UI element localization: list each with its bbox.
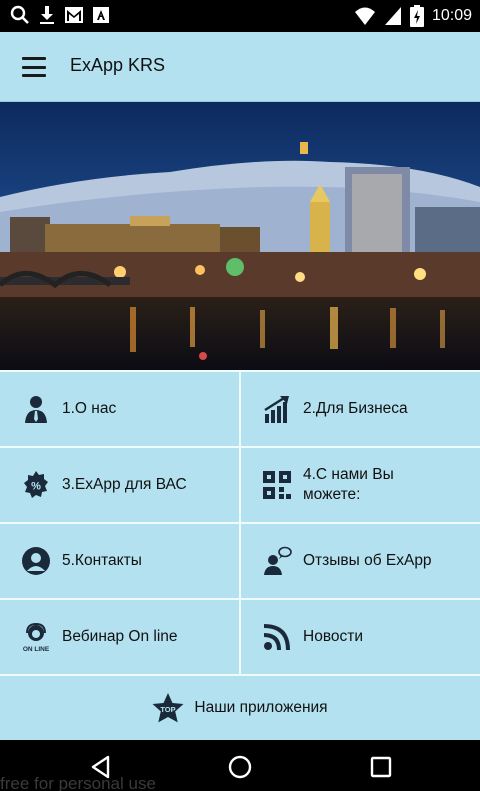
a-icon <box>93 7 109 23</box>
svg-text:%: % <box>31 481 41 493</box>
growth-chart-icon <box>261 393 293 425</box>
recents-icon[interactable] <box>368 754 394 780</box>
menu-item-reviews[interactable]: Отзывы об ExApp <box>241 524 480 598</box>
svg-text:TOP: TOP <box>161 705 176 714</box>
cell-signal-icon <box>384 7 401 25</box>
review-person-icon <box>261 545 293 577</box>
person-icon <box>20 393 52 425</box>
svg-text:ON LINE: ON LINE <box>23 646 50 652</box>
menu-label: 3.ExApp для ВАС <box>62 476 187 493</box>
percent-badge-icon: % <box>20 469 52 501</box>
menu-item-webinar[interactable]: ON LINE Вебинар On line <box>0 600 239 674</box>
menu-label: 1.О нас <box>62 400 117 417</box>
menu-item-our-apps[interactable]: TOP Наши приложения <box>0 676 480 740</box>
menu-grid: 1.О нас 2.Для Бизнеса % 3.ExApp для ВАС … <box>0 370 480 740</box>
clock: 10:09 <box>431 7 472 24</box>
menu-item-exapp-for-you[interactable]: % 3.ExApp для ВАС <box>0 448 239 522</box>
menu-label: 5.Контакты <box>62 552 142 569</box>
status-right: 10:09 <box>354 5 472 27</box>
menu-label: Наши приложения <box>194 699 328 716</box>
status-bar: 10:09 <box>0 0 480 32</box>
gmail-icon <box>65 7 83 23</box>
webinar-icon: ON LINE <box>20 621 52 653</box>
search-icon <box>10 5 29 24</box>
menu-item-business[interactable]: 2.Для Бизнеса <box>241 372 480 446</box>
menu-item-with-us[interactable]: 4.С нами Вы можете: <box>241 448 480 522</box>
download-icon <box>40 6 54 24</box>
menu-item-about[interactable]: 1.О нас <box>0 372 239 446</box>
battery-icon <box>409 5 424 27</box>
top-star-icon: TOP <box>152 692 184 724</box>
wifi-icon <box>354 7 375 25</box>
status-left <box>10 5 110 25</box>
divider <box>0 674 480 676</box>
menu-item-contacts[interactable]: 5.Контакты <box>0 524 239 598</box>
contact-icon <box>20 545 52 577</box>
menu-label: Новости <box>303 628 364 645</box>
menu-label: 2.Для Бизнеса <box>303 400 408 417</box>
divider <box>239 370 241 674</box>
menu-label: 4.С нами Вы можете: <box>303 466 394 503</box>
menu-item-news[interactable]: Новости <box>241 600 480 674</box>
menu-label: Отзывы об ExApp <box>303 552 432 569</box>
app-bar: ExApp KRS <box>0 32 480 102</box>
rss-icon <box>261 621 293 653</box>
app-title: ExApp KRS <box>70 55 166 75</box>
qr-grid-icon <box>261 469 293 501</box>
hamburger-menu-icon[interactable] <box>16 53 52 81</box>
watermark: free for personal use <box>0 774 156 791</box>
home-icon[interactable] <box>227 754 253 780</box>
banner-image[interactable] <box>0 102 480 370</box>
menu-label: Вебинар On line <box>62 628 178 645</box>
